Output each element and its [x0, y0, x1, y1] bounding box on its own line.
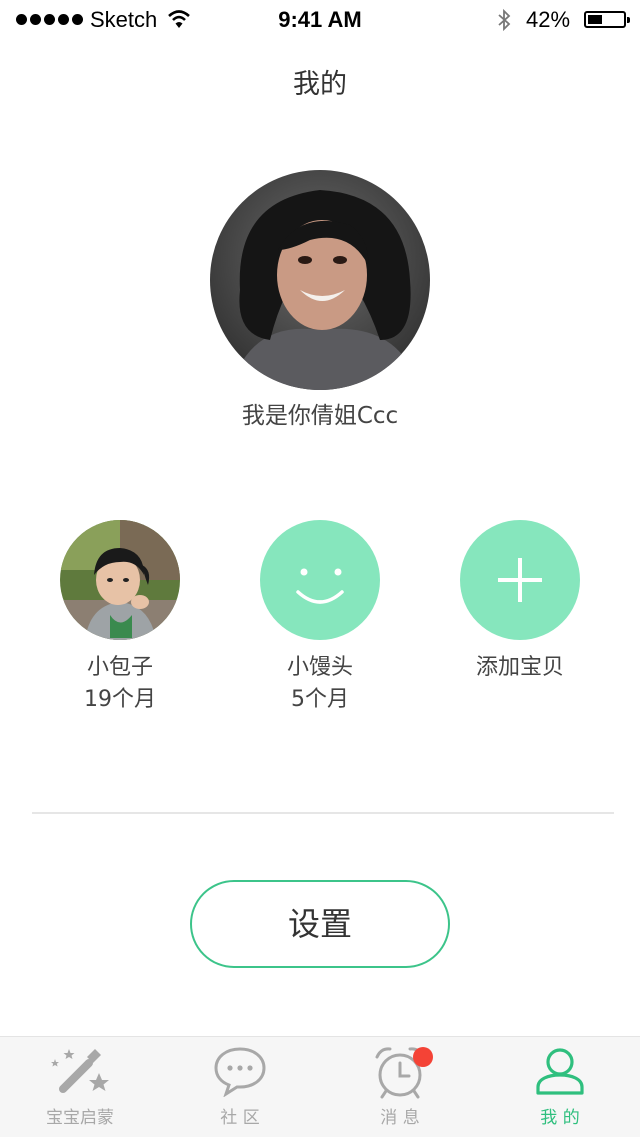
profile-name[interactable]: 我是你倩姐Ccc [0, 396, 640, 430]
tab-community[interactable]: 社 区 [160, 1037, 320, 1137]
baby-item[interactable]: 小包子 19个月 [30, 520, 210, 716]
notification-badge [413, 1047, 433, 1067]
tab-baby-enlightenment[interactable]: 宝宝启蒙 [0, 1037, 160, 1137]
tab-label: 消 息 [380, 1108, 420, 1128]
page-title: 我的 [293, 69, 347, 100]
plus-icon[interactable] [460, 520, 580, 640]
tab-label: 宝宝启蒙 [46, 1108, 114, 1128]
baby-name: 小馒头 [286, 655, 353, 680]
divider [32, 812, 614, 814]
settings-button[interactable]: 设置 [190, 880, 450, 968]
baby-item[interactable]: 小馒头 5个月 [230, 520, 410, 716]
chat-bubble-icon [212, 1045, 268, 1101]
baby-avatar[interactable] [60, 520, 180, 640]
smiley-icon[interactable] [260, 520, 380, 640]
add-baby-button[interactable]: 添加宝贝 [430, 520, 610, 684]
tab-bar: 宝宝启蒙 社 区 消 息 我 的 [0, 1036, 640, 1137]
tab-label: 社 区 [220, 1108, 260, 1128]
baby-age: 5个月 [291, 687, 349, 712]
battery-icon [584, 11, 630, 28]
bluetooth-icon [496, 8, 512, 37]
baby-name: 小包子 [86, 655, 153, 680]
tab-messages[interactable]: 消 息 [320, 1037, 480, 1137]
profile-avatar[interactable] [210, 170, 430, 390]
tab-me[interactable]: 我 的 [480, 1037, 640, 1137]
status-bar: Sketch 9:41 AM 42% [0, 0, 640, 40]
person-icon [534, 1045, 586, 1101]
add-baby-label: 添加宝贝 [475, 655, 564, 680]
battery-percentage: 42% [526, 7, 571, 32]
baby-age: 19个月 [84, 687, 156, 712]
magic-wand-icon [47, 1045, 113, 1101]
tab-label: 我 的 [540, 1108, 580, 1128]
